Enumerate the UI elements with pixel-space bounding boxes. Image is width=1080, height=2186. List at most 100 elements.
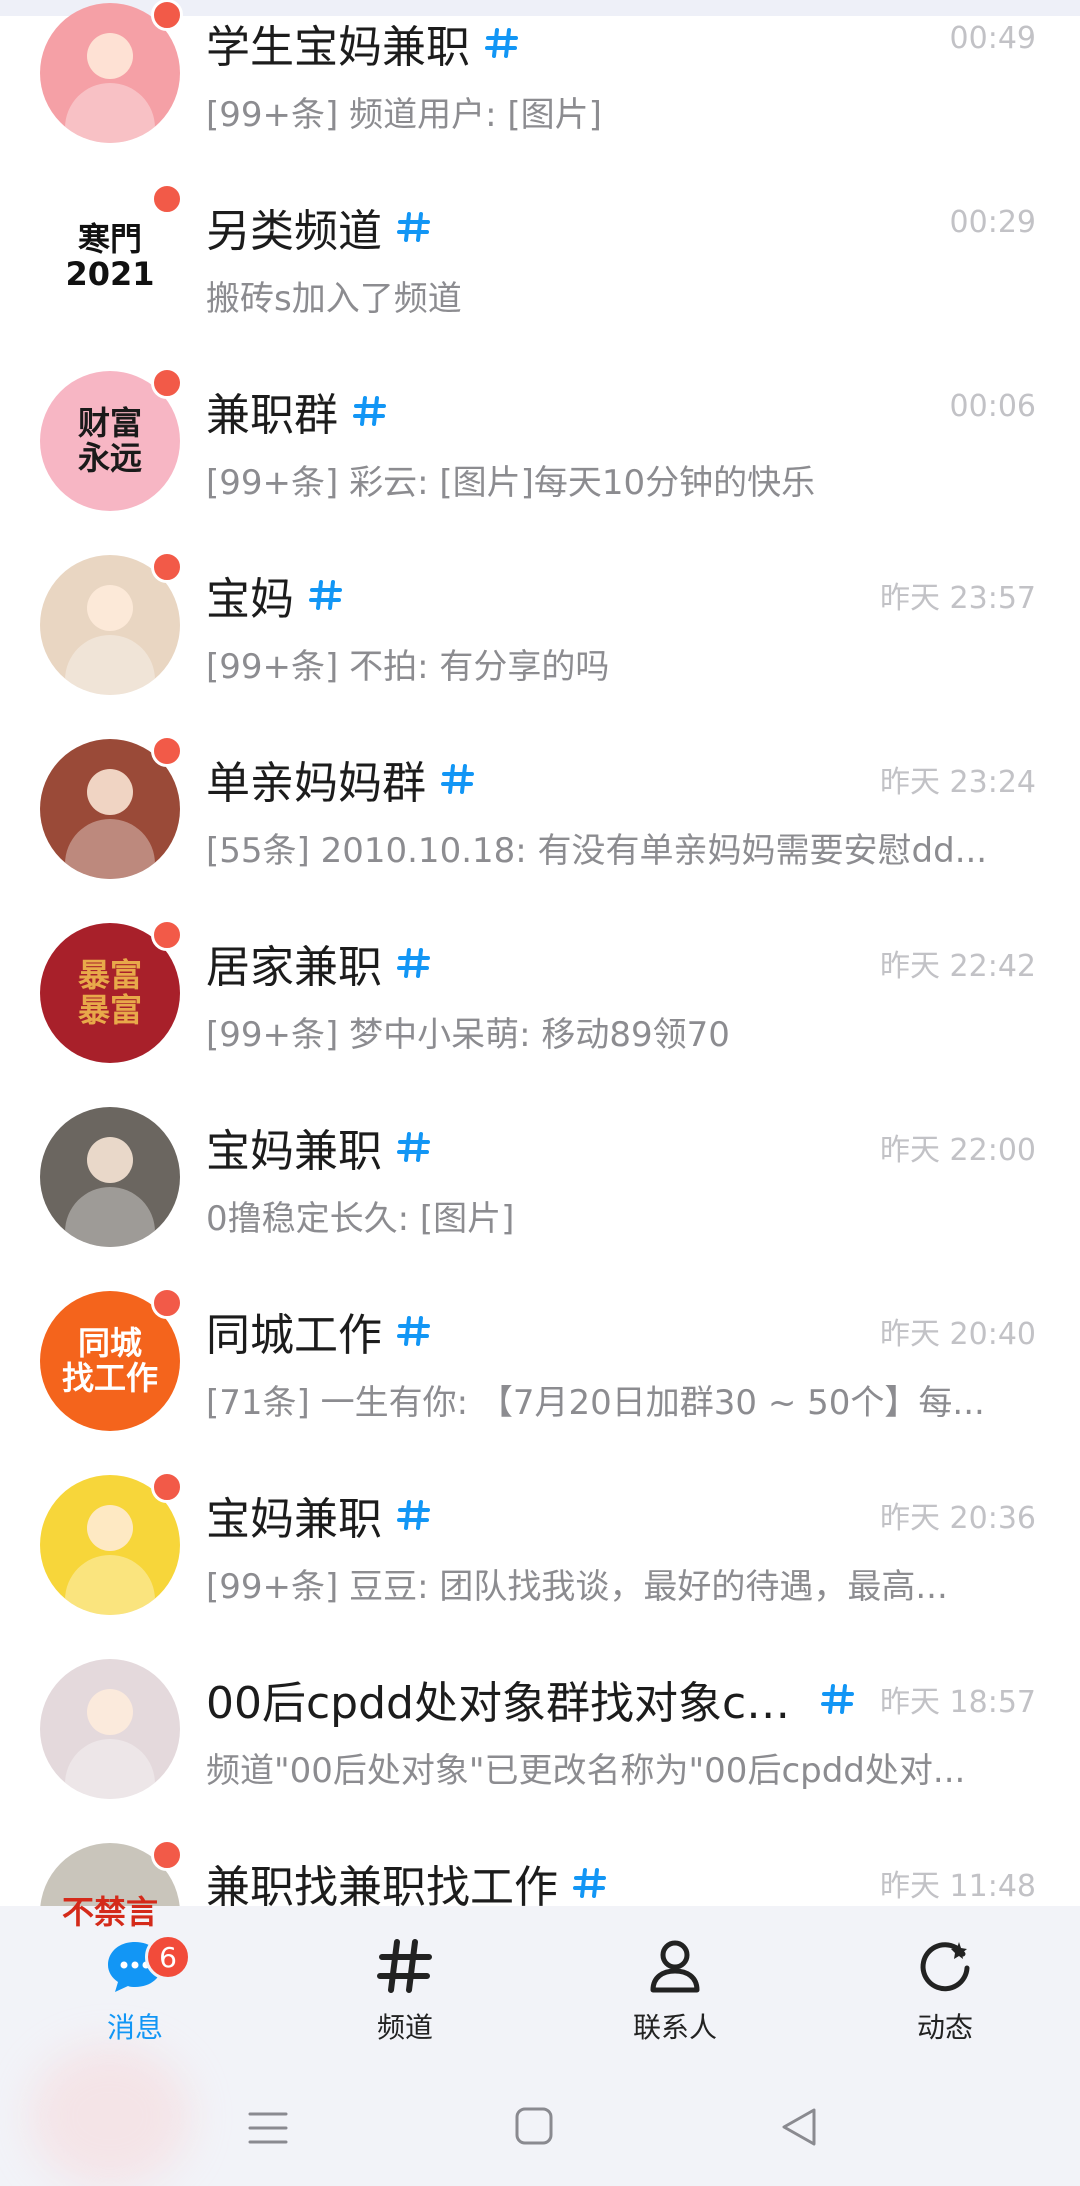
channel-avatar[interactable] xyxy=(40,1107,180,1247)
channel-row[interactable]: 宝妈兼职 昨天 20:36 [99+条] 豆豆: 团队找我谈，最好的待遇，最高... xyxy=(0,1453,1080,1637)
avatar-photo-face xyxy=(87,33,133,79)
channel-name: 宝妈兼职 xyxy=(206,1494,382,1545)
avatar-photo-body xyxy=(65,1187,155,1247)
channel-title-line: 宝妈兼职 xyxy=(206,1115,432,1179)
channel-hashtag-icon xyxy=(397,212,430,242)
channel-row[interactable]: 00后cpdd处对象群找对象cp... 昨天 18:57 频道"00后处对象"已更改… xyxy=(0,1637,1080,1821)
channel-time: 00:29 xyxy=(949,205,1036,240)
avatar-text: 财富 永远 xyxy=(77,403,142,477)
unread-count-badge: 6 xyxy=(145,1934,191,1980)
channel-time: 昨天 22:00 xyxy=(880,1133,1036,1168)
channel-list[interactable]: 学生宝妈兼职 00:49 [99+条] 频道用户: [图片] 寒門 2021 另类频道 0… xyxy=(0,0,1080,2005)
person-icon xyxy=(650,1940,700,1993)
tab-contacts-label: 联系人 xyxy=(632,2011,717,2044)
unread-dot xyxy=(151,1287,183,1319)
channel-name: 宝妈兼职 xyxy=(206,1126,382,1177)
avatar-text: 不禁言 xyxy=(61,1893,158,1932)
channel-last-message: [99+条] 彩云: [图片]每天10分钟的快乐 xyxy=(206,463,816,503)
channel-hashtag-icon xyxy=(397,1132,430,1162)
channel-hashtag-icon xyxy=(441,764,474,794)
channel-hashtag-icon xyxy=(397,948,430,978)
channel-hashtag-icon xyxy=(353,396,386,426)
app-screen: 学生宝妈兼职 00:49 [99+条] 频道用户: [图片] 寒門 2021 另类频道 0… xyxy=(0,0,1080,2186)
channel-last-message: [99+条] 不拍: 有分享的吗 xyxy=(206,647,610,687)
avatar-text: 寒門 2021 xyxy=(65,219,155,293)
channel-last-message: 0撸稳定长久: [图片] xyxy=(206,1199,515,1239)
channel-title-line: 单亲妈妈群 xyxy=(206,747,476,811)
channel-name: 兼职群 xyxy=(206,390,338,441)
channel-last-message: [99+条] 梦中小呆萌: 移动89领70 xyxy=(206,1015,730,1055)
unread-dot xyxy=(151,183,183,215)
system-navigation-bar xyxy=(0,2086,1080,2186)
avatar-photo-body xyxy=(65,83,155,143)
channel-name: 学生宝妈兼职 xyxy=(206,22,470,73)
avatar-text: 暴富 暴富 xyxy=(77,955,142,1029)
channel-hashtag-icon xyxy=(573,1868,606,1898)
channel-row[interactable]: 寒門 2021 另类频道 00:29 搬砖s加入了频道 xyxy=(0,165,1080,349)
unread-dot xyxy=(151,735,183,767)
channel-hashtag-icon xyxy=(397,1316,430,1346)
channel-last-message: [99+条] 豆豆: 团队找我谈，最好的待遇，最高... xyxy=(206,1567,948,1607)
channel-time: 00:06 xyxy=(949,389,1036,424)
channel-hashtag-icon xyxy=(309,580,342,610)
avatar-text: 同城 找工作 xyxy=(61,1323,158,1397)
channel-row[interactable]: 同城 找工作 同城工作 昨天 20:40 [71条] 一生有你: 【7月20日加群30… xyxy=(0,1269,1080,1453)
channel-last-message: [71条] 一生有你: 【7月20日加群30 ~ 50个】每... xyxy=(206,1383,985,1423)
channel-name: 同城工作 xyxy=(206,1310,382,1361)
channel-row[interactable]: 单亲妈妈群 昨天 23:24 [55条] 2010.10.18: 有没有单亲妈妈需要… xyxy=(0,717,1080,901)
tab-messages-label: 消息 xyxy=(106,2011,163,2044)
channel-name: 另类频道 xyxy=(206,206,382,257)
channel-name: 居家兼职 xyxy=(206,942,382,993)
channel-time: 昨天 20:40 xyxy=(880,1317,1036,1352)
unread-dot xyxy=(151,0,183,31)
tab-contacts[interactable]: 联系人 xyxy=(585,1934,765,2064)
channel-avatar[interactable] xyxy=(40,1659,180,1799)
channel-row[interactable]: 学生宝妈兼职 00:49 [99+条] 频道用户: [图片] xyxy=(0,0,1080,165)
channel-row[interactable]: 宝妈 昨天 23:57 [99+条] 不拍: 有分享的吗 xyxy=(0,533,1080,717)
channel-last-message: [55条] 2010.10.18: 有没有单亲妈妈需要安慰dd... xyxy=(206,831,988,871)
channel-hashtag-icon xyxy=(821,1684,854,1714)
channel-title-line: 兼职群 xyxy=(206,379,388,443)
channel-hashtag-icon xyxy=(397,1500,430,1530)
unread-dot xyxy=(151,1471,183,1503)
unread-dot xyxy=(151,1839,183,1871)
tab-messages[interactable]: 消息 6 xyxy=(45,1934,225,2064)
unread-dot xyxy=(151,919,183,951)
refresh-star-icon xyxy=(920,1942,970,1992)
avatar-photo-body xyxy=(65,1555,155,1615)
tab-channels[interactable]: 频道 xyxy=(315,1934,495,2064)
menu-icon[interactable] xyxy=(246,2106,290,2150)
avatar-photo-face xyxy=(87,769,133,815)
channel-time: 昨天 23:24 xyxy=(880,765,1036,800)
avatar-photo-face xyxy=(87,1137,133,1183)
unread-dot xyxy=(151,551,183,583)
back-icon[interactable] xyxy=(778,2106,820,2148)
channel-time: 00:49 xyxy=(949,21,1036,56)
avatar-photo-face xyxy=(87,585,133,631)
channel-time: 昨天 23:57 xyxy=(880,581,1036,616)
channel-row[interactable]: 暴富 暴富 居家兼职 昨天 22:42 [99+条] 梦中小呆萌: 移动89领70 xyxy=(0,901,1080,1085)
channel-last-message: 搬砖s加入了频道 xyxy=(206,279,462,319)
channel-hashtag-icon xyxy=(485,28,518,58)
channel-title-line: 另类频道 xyxy=(206,195,432,259)
channel-last-message: [99+条] 频道用户: [图片] xyxy=(206,95,602,135)
home-icon[interactable] xyxy=(514,2106,554,2146)
channel-title-line: 同城工作 xyxy=(206,1299,432,1363)
channel-title-line: 居家兼职 xyxy=(206,931,432,995)
channel-time: 昨天 22:42 xyxy=(880,949,1036,984)
channel-name: 单亲妈妈群 xyxy=(206,758,426,809)
channel-name: 宝妈 xyxy=(206,574,294,625)
channel-row[interactable]: 财富 永远 兼职群 00:06 [99+条] 彩云: [图片]每天10分钟的快乐 xyxy=(0,349,1080,533)
channel-title-line: 学生宝妈兼职 xyxy=(206,11,520,75)
channel-time: 昨天 11:48 xyxy=(880,1869,1036,1904)
avatar-photo-body xyxy=(65,635,155,695)
channel-time: 昨天 18:57 xyxy=(880,1685,1036,1720)
unread-dot xyxy=(151,367,183,399)
channel-title-line: 00后cpdd处对象群找对象cp... xyxy=(206,1667,856,1731)
channel-row[interactable]: 宝妈兼职 昨天 22:00 0撸稳定长久: [图片] xyxy=(0,1085,1080,1269)
bottom-tab-bar: 消息 6 频道 联系人 动态 xyxy=(0,1906,1080,2186)
avatar-photo-face xyxy=(87,1689,133,1735)
avatar-photo-body xyxy=(65,819,155,879)
avatar-photo-body xyxy=(65,1739,155,1799)
tab-moments[interactable]: 动态 xyxy=(855,1934,1035,2064)
